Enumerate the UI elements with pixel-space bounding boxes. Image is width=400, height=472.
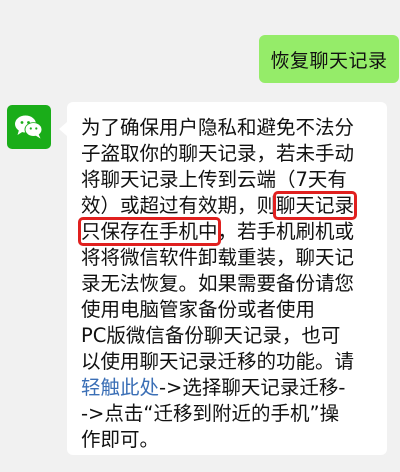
highlighted-text: 聊天记录 bbox=[273, 191, 358, 220]
message-line: 为了确保用户隐私和避免不法分 bbox=[81, 116, 355, 139]
message-line: 作即可。 bbox=[81, 428, 160, 451]
message-line: PC版微信备份聊天记录，也可 bbox=[81, 324, 341, 347]
outgoing-message-text: 恢复聊天记录 bbox=[270, 49, 388, 72]
message-line: 轻触此处->选择聊天记录迁移- bbox=[81, 375, 345, 401]
outgoing-message-bubble[interactable]: 恢复聊天记录 bbox=[259, 35, 399, 83]
message-text: 效）或超过有效期，则 bbox=[81, 194, 277, 217]
message-line: 以使用聊天记录迁移的功能。请 bbox=[81, 350, 355, 373]
wechat-logo-icon bbox=[15, 115, 43, 139]
message-line: 将聊天记录上传到云端（7天有 bbox=[81, 168, 347, 191]
highlighted-text: 只保存在手机中 bbox=[78, 217, 221, 246]
tap-here-link[interactable]: 轻触此处 bbox=[81, 376, 159, 399]
message-line: 录无法恢复。如果需要备份请您 bbox=[81, 272, 355, 295]
message-line: 使用电脑管家备份或者使用 bbox=[81, 298, 316, 321]
message-text: ，若手机刷机或 bbox=[217, 220, 355, 243]
message-line: 将将微信软件卸载重装，聊天记 bbox=[81, 246, 355, 269]
message-text: ->选择聊天记录迁移- bbox=[159, 376, 346, 399]
message-line: 只保存在手机中，若手机刷机或 bbox=[78, 217, 355, 246]
chat-window: 恢复聊天记录 为了确保用户隐私和避免不法分 子盗取你的聊天记录，若未手动 将聊天… bbox=[0, 0, 400, 472]
message-line: ->点击“迁移到附近的手机”操 bbox=[81, 402, 340, 425]
message-line: 子盗取你的聊天记录，若未手动 bbox=[81, 142, 355, 165]
message-line: 效）或超过有效期，则聊天记录 bbox=[81, 191, 358, 220]
avatar[interactable] bbox=[7, 105, 51, 149]
incoming-message-bubble[interactable]: 为了确保用户隐私和避免不法分 子盗取你的聊天记录，若未手动 将聊天记录上传到云端… bbox=[59, 102, 387, 455]
